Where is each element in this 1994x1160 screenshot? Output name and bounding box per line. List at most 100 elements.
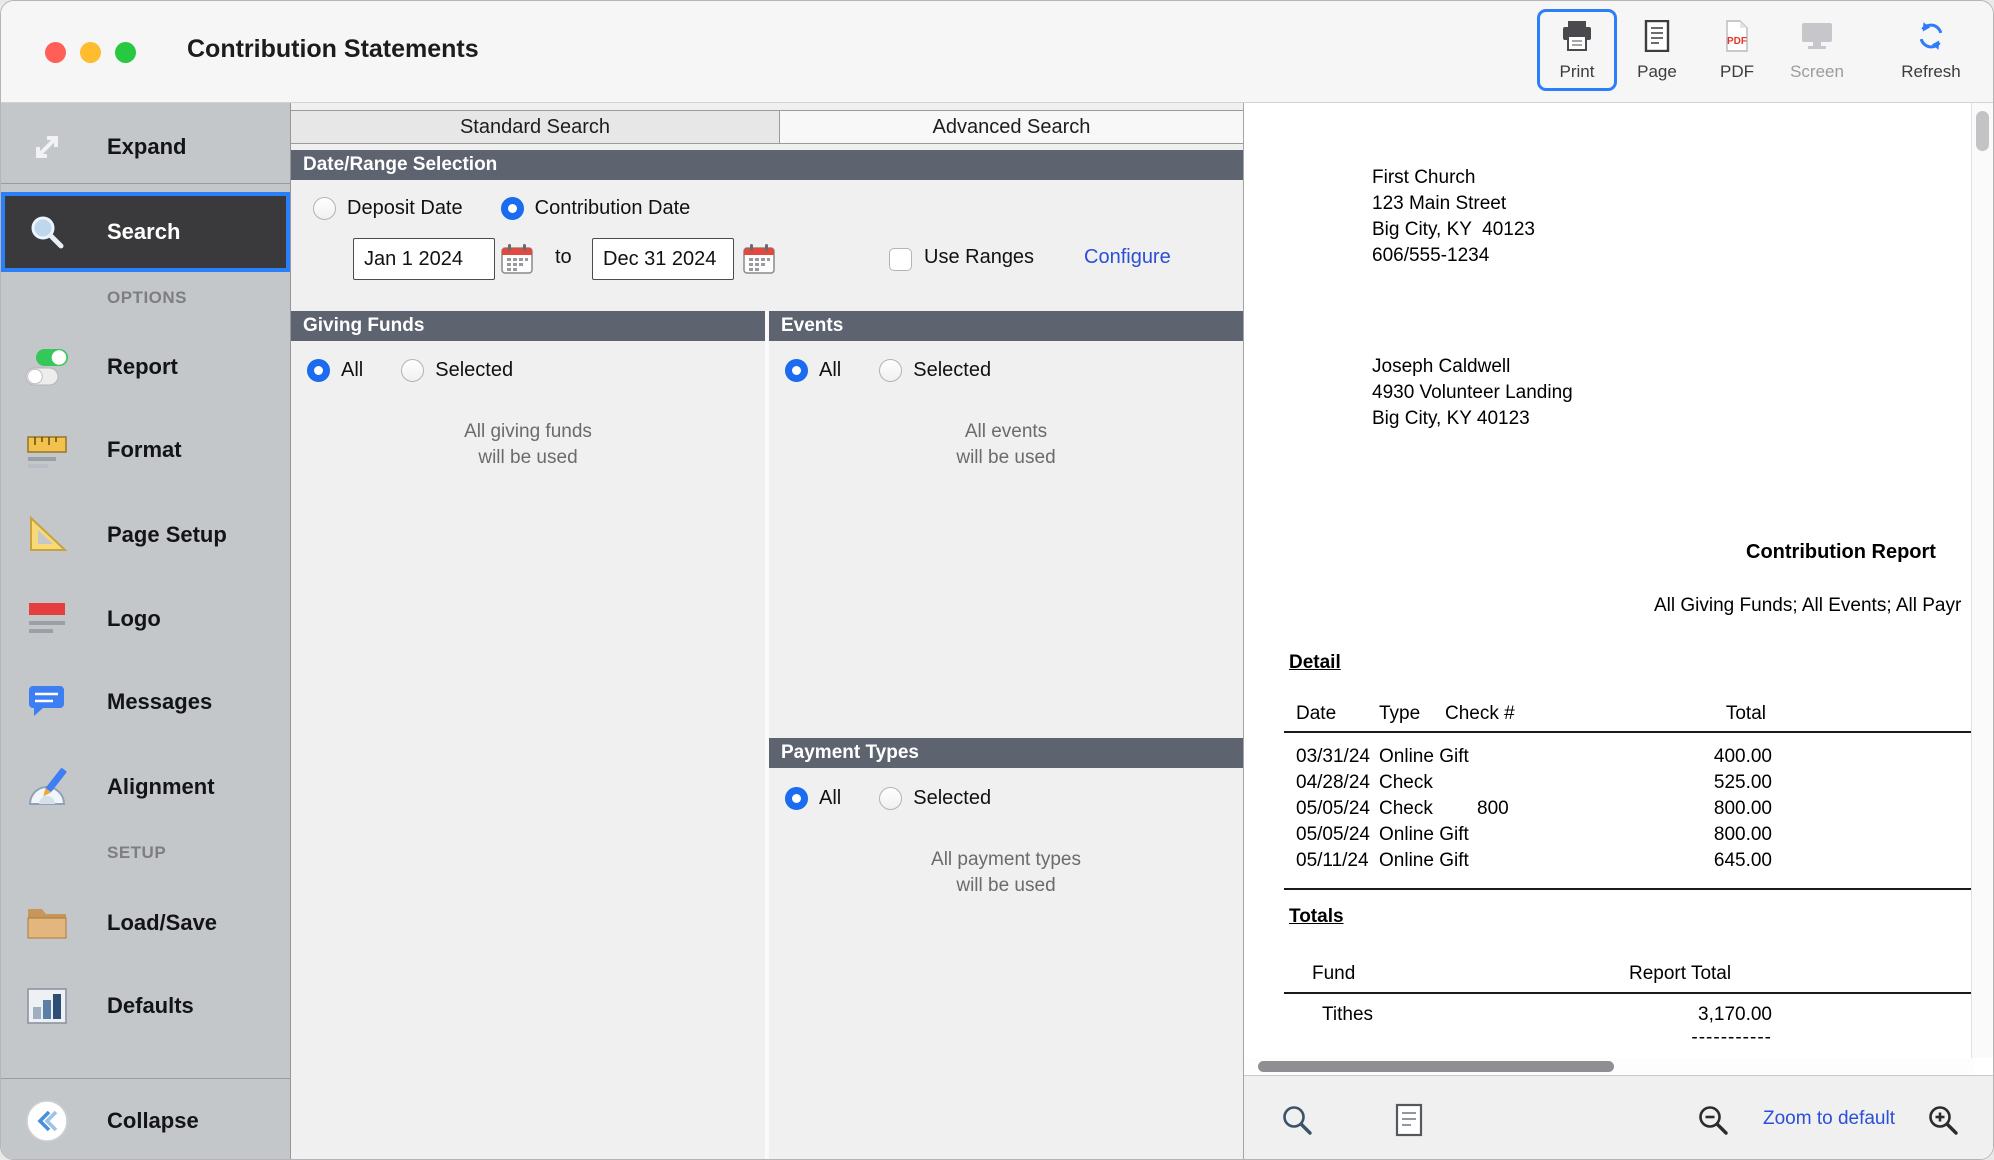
report-filters-line: All Giving Funds; All Events; All Payr xyxy=(1654,595,1961,617)
events-all-option[interactable]: All xyxy=(785,359,841,382)
tab-standard-search[interactable]: Standard Search xyxy=(291,111,779,143)
report-label: Report xyxy=(107,354,178,380)
magnifier-icon xyxy=(1280,1125,1314,1140)
messages-icon xyxy=(17,681,77,723)
giving-funds-selected-radio xyxy=(401,359,424,382)
payment-types-all-option[interactable]: All xyxy=(785,787,841,810)
use-ranges-checkbox[interactable] xyxy=(889,248,912,271)
collapse-icon xyxy=(17,1098,77,1144)
events-selected-radio xyxy=(879,359,902,382)
print-button[interactable]: Print xyxy=(1537,9,1617,91)
totals-heading: Totals xyxy=(1289,906,1344,928)
end-date-input[interactable] xyxy=(592,238,734,280)
sidebar-item-load-save[interactable]: Load/Save xyxy=(1,890,290,956)
payment-types-selected-radio xyxy=(879,787,902,810)
church-address-block: First Church 123 Main Street Big City, K… xyxy=(1372,165,1535,269)
toolbar: Print Page xyxy=(1537,9,1971,91)
events-all-label: All xyxy=(819,359,841,382)
sidebar-item-messages[interactable]: Messages xyxy=(1,669,290,735)
vertical-scrollbar[interactable] xyxy=(1971,103,1993,1058)
giving-funds-section-header: Giving Funds xyxy=(291,311,765,341)
screen-button[interactable]: Screen xyxy=(1777,9,1857,91)
sidebar-item-defaults[interactable]: Defaults xyxy=(1,973,290,1039)
fund-total: 3,170.00 xyxy=(1652,1004,1772,1026)
preview-page-view-button[interactable] xyxy=(1394,1103,1424,1140)
zoom-to-default-link[interactable]: Zoom to default xyxy=(1744,1108,1914,1130)
giving-funds-all-option[interactable]: All xyxy=(307,359,363,382)
detail-table-rows: 03/31/24 Online Gift 400.00 04/28/24 Che… xyxy=(1244,746,1974,876)
giving-funds-all-radio xyxy=(307,359,330,382)
date-range-section-header: Date/Range Selection xyxy=(291,150,1243,180)
church-phone: 606/555-1234 xyxy=(1372,243,1535,269)
zoom-out-icon xyxy=(1696,1125,1730,1140)
title-bar: Contribution Statements Print xyxy=(1,1,1993,103)
events-selected-option[interactable]: Selected xyxy=(879,359,991,382)
contribution-date-option[interactable]: Contribution Date xyxy=(501,197,691,220)
sidebar-item-report[interactable]: Report xyxy=(1,334,290,400)
payment-types-note: All payment types will be used xyxy=(769,847,1243,899)
table-row: 05/05/24 Check 800 800.00 xyxy=(1244,798,1974,824)
start-date-input[interactable] xyxy=(353,238,495,280)
table-rule xyxy=(1284,731,1974,733)
payment-types-all-label: All xyxy=(819,787,841,810)
table-row: 05/05/24 Online Gift 800.00 xyxy=(1244,824,1974,850)
app-window: Contribution Statements Print xyxy=(0,0,1994,1160)
deposit-date-option[interactable]: Deposit Date xyxy=(313,197,463,220)
sidebar-divider xyxy=(1,183,290,184)
start-date-calendar-button[interactable] xyxy=(499,243,535,277)
table-rule xyxy=(1284,888,1974,890)
zoom-in-icon xyxy=(1926,1125,1960,1140)
deposit-date-label: Deposit Date xyxy=(347,197,463,220)
horizontal-scrollbar-thumb[interactable] xyxy=(1258,1061,1614,1072)
bar-chart-icon xyxy=(17,986,77,1026)
document-viewport: First Church 123 Main Street Big City, K… xyxy=(1244,103,1974,1058)
row-type: Check xyxy=(1379,772,1433,794)
pdf-icon: PDF xyxy=(1723,20,1751,57)
col-header-total: Total xyxy=(1652,703,1766,725)
payment-types-note-line1: All payment types xyxy=(769,847,1243,873)
totals-row: Tithes 3,170.00 xyxy=(1244,1004,1974,1030)
giving-funds-selected-option[interactable]: Selected xyxy=(401,359,513,382)
pdf-button[interactable]: PDF PDF xyxy=(1697,9,1777,91)
sidebar-item-format[interactable]: Format xyxy=(1,417,290,483)
date-type-radio-row: Deposit Date Contribution Date xyxy=(313,193,728,223)
end-date-calendar-button[interactable] xyxy=(741,243,777,277)
use-ranges-label: Use Ranges xyxy=(924,246,1034,269)
refresh-label: Refresh xyxy=(1901,62,1961,82)
date-to-label: to xyxy=(555,246,572,269)
recipient-name: Joseph Caldwell xyxy=(1372,354,1573,380)
events-note-line2: will be used xyxy=(769,445,1243,471)
page-button[interactable]: Page xyxy=(1617,9,1697,91)
table-row: 03/31/24 Online Gift 400.00 xyxy=(1244,746,1974,772)
vertical-scrollbar-thumb[interactable] xyxy=(1976,111,1989,151)
close-window-button[interactable] xyxy=(45,42,66,63)
zoom-in-button[interactable] xyxy=(1926,1103,1960,1140)
format-ruler-icon xyxy=(17,430,77,470)
page-setup-label: Page Setup xyxy=(107,522,227,548)
row-total: 800.00 xyxy=(1652,798,1772,820)
row-total: 800.00 xyxy=(1652,824,1772,846)
configure-link[interactable]: Configure xyxy=(1084,246,1171,269)
zoom-window-button[interactable] xyxy=(115,42,136,63)
zoom-out-button[interactable] xyxy=(1696,1103,1730,1140)
sidebar-item-logo[interactable]: Logo xyxy=(1,586,290,652)
collapse-label: Collapse xyxy=(107,1108,199,1134)
messages-label: Messages xyxy=(107,689,212,715)
col-header-date: Date xyxy=(1296,703,1336,725)
minimize-window-button[interactable] xyxy=(80,42,101,63)
logo-icon xyxy=(17,599,77,639)
row-total: 645.00 xyxy=(1652,850,1772,872)
sidebar-divider xyxy=(1,1078,290,1079)
sidebar-item-alignment[interactable]: Alignment xyxy=(1,754,290,820)
payment-types-selected-option[interactable]: Selected xyxy=(879,787,991,810)
horizontal-scrollbar[interactable] xyxy=(1244,1058,1974,1075)
sidebar-item-page-setup[interactable]: Page Setup xyxy=(1,502,290,568)
sidebar-item-expand[interactable]: Expand xyxy=(1,114,290,180)
tab-advanced-search[interactable]: Advanced Search xyxy=(779,111,1243,143)
events-selected-label: Selected xyxy=(913,359,991,382)
pdf-label: PDF xyxy=(1720,62,1754,82)
refresh-button[interactable]: Refresh xyxy=(1891,9,1971,91)
sidebar-item-collapse[interactable]: Collapse xyxy=(1,1088,290,1154)
sidebar-item-search[interactable]: Search xyxy=(1,192,290,272)
preview-search-button[interactable] xyxy=(1280,1103,1314,1140)
